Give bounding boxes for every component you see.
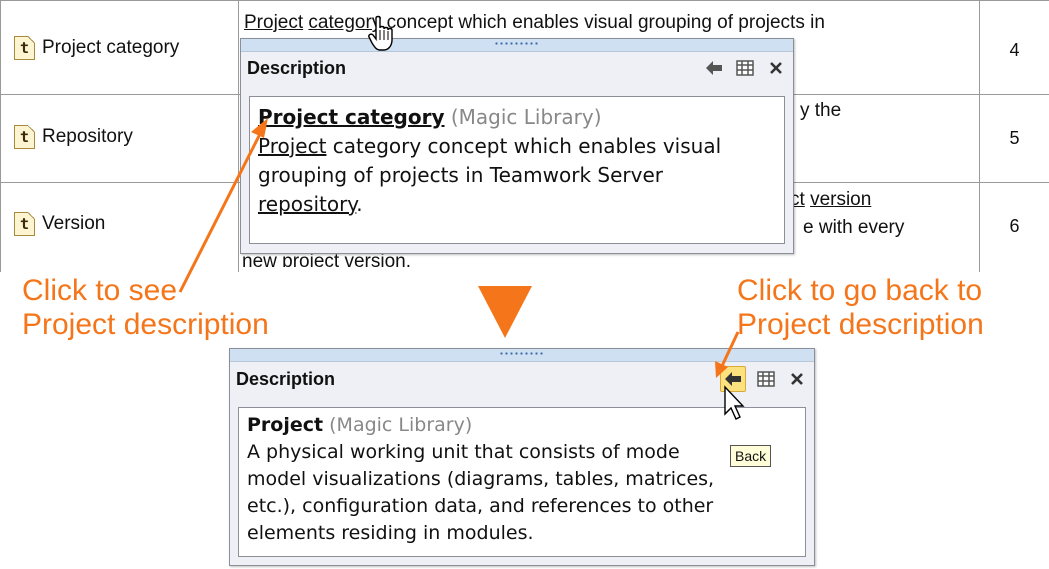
resize-grip[interactable]: [241, 39, 793, 52]
popup-body: Project category (Magic Library) Project…: [249, 96, 785, 244]
popup-header: Description: [241, 52, 793, 84]
library-label: (Magic Library): [450, 105, 602, 129]
down-arrow-icon: [478, 286, 532, 338]
popup-toolbar: [703, 52, 787, 84]
row-description: Project category concept which enables v…: [244, 12, 825, 34]
annotation-right: Click to go back to Project description: [737, 274, 984, 342]
popup-title: Description: [247, 57, 347, 78]
body-line: repository.: [258, 190, 776, 219]
table-row[interactable]: t Project category: [14, 36, 179, 60]
body-line: A physical working unit that consists of…: [247, 441, 680, 463]
description-popup: Description Project (Magic Library) A ph…: [229, 348, 815, 566]
body-text: category concept which enables visual: [326, 134, 722, 158]
category-link[interactable]: category: [308, 12, 381, 33]
row-number: 5: [1009, 128, 1020, 148]
body-text: .: [356, 192, 363, 216]
row-description-fragment: ct version: [790, 189, 871, 211]
close-icon[interactable]: [786, 368, 808, 390]
row-name: Project category: [42, 37, 180, 58]
grip-dots-icon: [499, 352, 545, 355]
annotation-line: Click to go back to: [737, 274, 983, 307]
body-title: Project: [247, 414, 324, 436]
row-description-fragment: e with every: [803, 217, 905, 238]
row-description-fragment: y the: [800, 100, 842, 121]
popup-body: Project (Magic Library) A physical worki…: [238, 407, 806, 557]
body-heading: Project category (Magic Library): [258, 103, 776, 132]
body-line: etc.), configuration data, and reference…: [247, 495, 714, 517]
column-divider: [238, 0, 239, 272]
body-heading: Project (Magic Library): [247, 412, 797, 439]
grip-dots-icon: [494, 42, 540, 45]
description-text: concept which enables visual grouping of…: [381, 12, 825, 33]
row-name: Version: [42, 213, 106, 234]
popup-title: Description: [236, 368, 336, 389]
table-border-left: [0, 0, 1, 272]
back-arrow-icon[interactable]: [720, 366, 746, 392]
body-line: elements residing in modules.: [247, 522, 534, 544]
close-icon[interactable]: [765, 57, 787, 79]
project-link[interactable]: Project: [244, 12, 303, 33]
table-border-top: [0, 0, 1049, 1]
popup-toolbar: [720, 362, 808, 396]
body-title: Project category: [258, 105, 445, 129]
repository-link[interactable]: repository: [258, 192, 356, 216]
term-icon: t: [14, 36, 35, 60]
back-arrow-icon[interactable]: [703, 57, 725, 79]
library-label: (Magic Library): [329, 414, 473, 436]
term-icon: t: [14, 212, 35, 236]
version-link[interactable]: version: [810, 189, 871, 210]
row-name: Repository: [42, 126, 133, 147]
resize-grip[interactable]: [230, 349, 814, 362]
body-line: grouping of projects in Teamwork Server: [258, 163, 663, 187]
body-line: Project category concept which enables v…: [258, 132, 776, 161]
annotation-line: Project description: [22, 308, 269, 341]
popup-header: Description: [230, 362, 814, 396]
table-row[interactable]: t Repository: [14, 125, 133, 149]
term-icon: t: [14, 125, 35, 149]
table-icon[interactable]: [734, 57, 756, 79]
annotation-line: Click to see: [22, 274, 178, 307]
row-number: 6: [1009, 216, 1020, 236]
annotation-left: Click to see Project description: [22, 274, 269, 342]
back-tooltip: Back: [730, 445, 772, 467]
table-icon[interactable]: [755, 368, 777, 390]
table-row[interactable]: t Version: [14, 212, 105, 236]
body-line: model visualizations (diagrams, tables, …: [247, 468, 715, 490]
description-popup: Description Project category (Magic Libr…: [240, 38, 794, 254]
project-link[interactable]: Project: [258, 134, 326, 158]
row-number: 4: [1009, 40, 1020, 60]
annotation-line: Project description: [737, 308, 984, 341]
